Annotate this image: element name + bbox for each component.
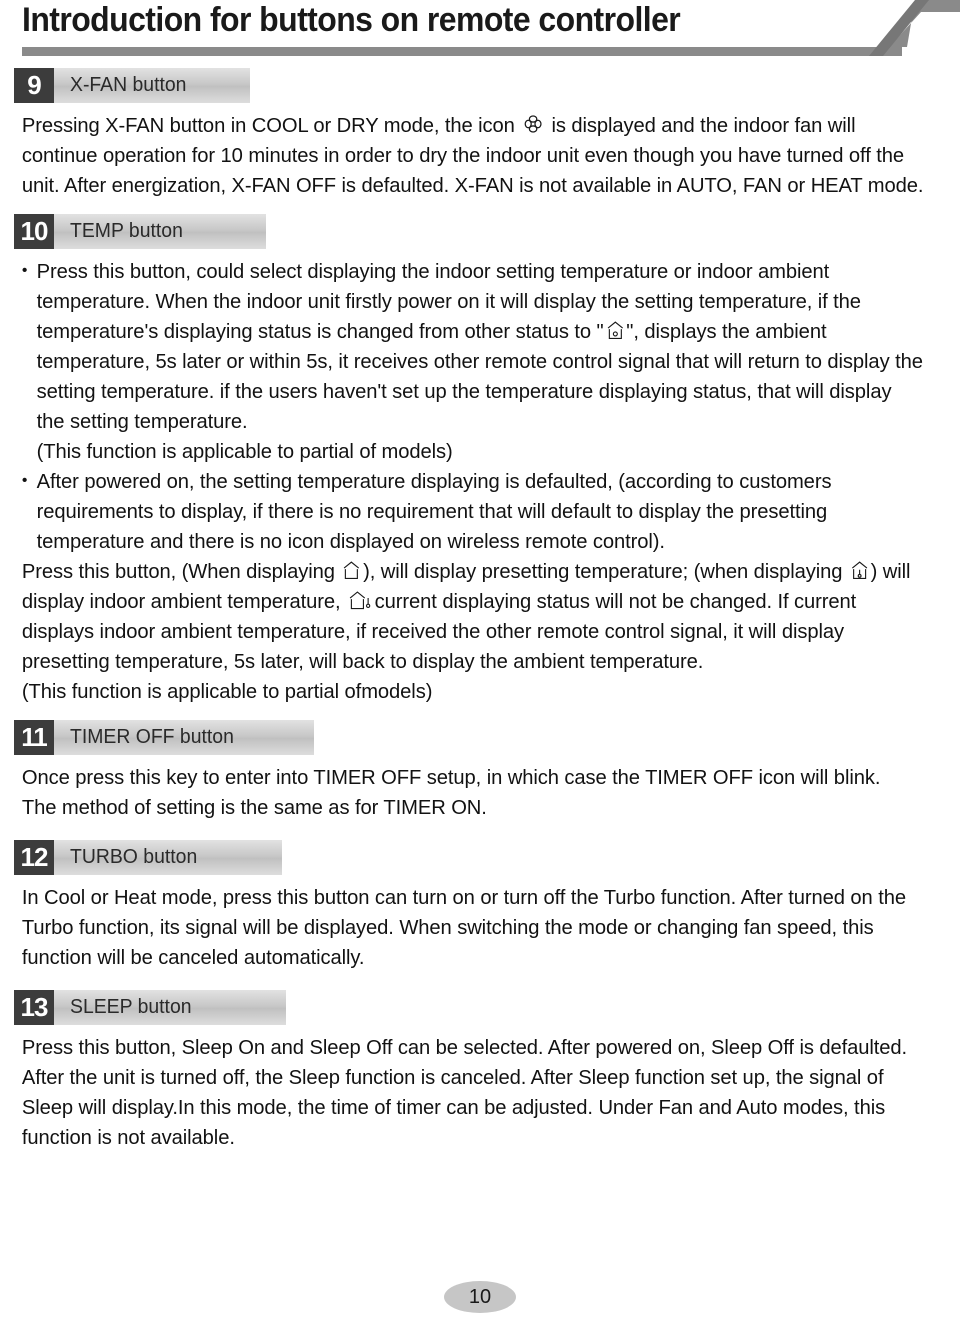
- house-empty-icon: [342, 560, 361, 581]
- section-12-body: In Cool or Heat mode, press this button …: [14, 883, 932, 973]
- section-9-text-a: Pressing X-FAN button in COOL or DRY mod…: [21, 114, 521, 137]
- section-number-12: 12: [14, 840, 54, 875]
- section-label-13: SLEEP button: [54, 990, 286, 1025]
- section-label-11-text: TIMER OFF button: [70, 726, 234, 748]
- header-rule: [22, 47, 902, 56]
- section-number-9: 9: [14, 68, 54, 103]
- paragraph: Once press this key to enter into TIMER …: [22, 763, 924, 793]
- paragraph: (This function is applicable to partial …: [22, 437, 924, 467]
- section-heading-12: 12 TURBO button: [14, 840, 282, 875]
- page-header: Introduction for buttons on remote contr…: [14, 0, 960, 62]
- paragraph: Press this button, Sleep On and Sleep Of…: [22, 1033, 924, 1153]
- paragraph-bulleted: Press this button, could select displayi…: [22, 256, 924, 437]
- house-with-outside-thermometer-icon: [348, 590, 373, 611]
- house-with-thermometer-icon: [850, 560, 869, 581]
- section-label-10: TEMP button: [54, 214, 266, 249]
- section-label-9: X-FAN button: [54, 68, 250, 103]
- section-label-10-text: TEMP button: [70, 220, 183, 242]
- page-footer: 10: [0, 1281, 960, 1313]
- section-label-13-text: SLEEP button: [70, 996, 192, 1018]
- section-heading-11: 11 TIMER OFF button: [14, 720, 314, 755]
- section-10-p3-a: Press this button, (When displaying: [21, 560, 341, 583]
- paragraph: In Cool or Heat mode, press this button …: [22, 883, 924, 973]
- paragraph: (This function is applicable to partial …: [22, 677, 924, 707]
- section-number-11: 11: [14, 720, 54, 755]
- section-10-body: Press this button, could select displayi…: [14, 256, 932, 707]
- section-label-12: TURBO button: [54, 840, 282, 875]
- section-label-9-text: X-FAN button: [70, 74, 187, 96]
- page-title: Introduction for buttons on remote contr…: [22, 1, 681, 39]
- section-heading-9: 9 X-FAN button: [14, 68, 250, 103]
- section-11-body: Once press this key to enter into TIMER …: [14, 763, 932, 823]
- section-11-p1: Once press this key to enter into TIMER …: [21, 766, 881, 789]
- document-page: Introduction for buttons on remote contr…: [0, 0, 960, 1335]
- section-9-body: Pressing X-FAN button in COOL or DRY mod…: [14, 111, 932, 201]
- section-10-p2: After powered on, the setting temperatur…: [36, 470, 832, 553]
- section-12-p1: In Cool or Heat mode, press this button …: [21, 886, 906, 969]
- section-10-p1-c: (This function is applicable to partial …: [36, 440, 453, 463]
- section-10-p4: (This function is applicable to partial …: [21, 680, 433, 703]
- section-11-p2: The method of setting is the same as for…: [21, 796, 487, 819]
- section-13-body: Press this button, Sleep On and Sleep Of…: [14, 1033, 932, 1153]
- paragraph: Press this button, (When displaying ), w…: [22, 557, 924, 677]
- section-13-p1: Press this button, Sleep On and Sleep Of…: [21, 1036, 908, 1149]
- section-number-10: 10: [14, 214, 54, 249]
- x-fan-four-petal-icon: [522, 113, 544, 135]
- paragraph: The method of setting is the same as for…: [22, 793, 924, 823]
- paragraph-bulleted: After powered on, the setting temperatur…: [22, 466, 924, 557]
- paragraph: Pressing X-FAN button in COOL or DRY mod…: [22, 111, 924, 201]
- section-number-13: 13: [14, 990, 54, 1025]
- section-label-11: TIMER OFF button: [54, 720, 314, 755]
- house-with-circle-icon: [606, 320, 625, 341]
- section-label-12-text: TURBO button: [70, 846, 198, 868]
- section-10-p3-b: ), will display presetting temperature; …: [363, 560, 848, 583]
- section-heading-10: 10 TEMP button: [14, 214, 266, 249]
- corner-flag-decoration-icon: [869, 0, 960, 56]
- section-heading-13: 13 SLEEP button: [14, 990, 286, 1025]
- page-number-badge: 10: [444, 1281, 516, 1313]
